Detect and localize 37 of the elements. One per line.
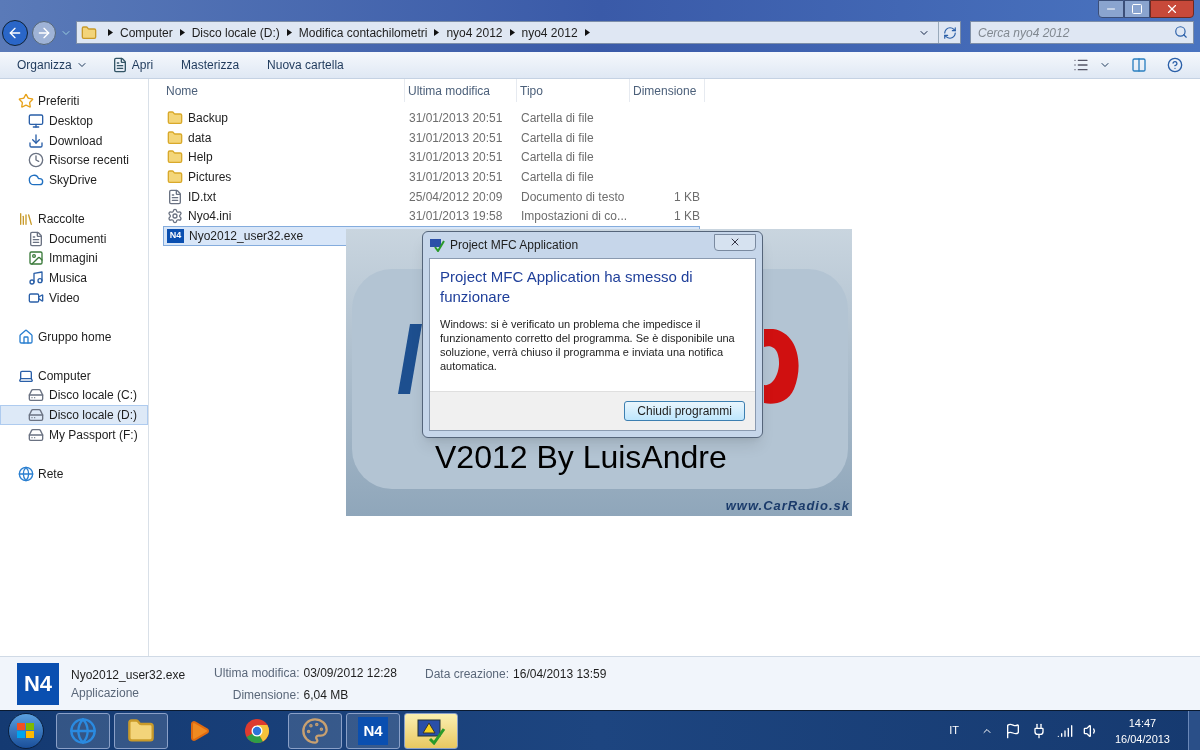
detail-value: 16/04/2013 13:59 — [513, 666, 607, 683]
table-cell-text: Cartella di file — [520, 129, 595, 147]
file-name: Nyo2012_user32.exe — [71, 666, 186, 684]
app-logo-icon: N4 — [358, 716, 388, 745]
table-cell-text: 1 KB — [673, 188, 701, 206]
table-cell-text: 25/04/2012 20:09 — [408, 188, 504, 206]
app-logo-icon: N4 — [17, 662, 59, 705]
dialog-message: Windows: si è verificato un problema che impedisce il funzionamento corretto del programma. Se è disponibile una soluzione, verrà chiuso il programma e inviata una notifica automatica. — [440, 317, 736, 373]
file-name: Help — [188, 149, 213, 167]
table-cell-text: 31/01/2013 20:51 — [408, 168, 504, 186]
splash-url: www.CarRadio.sk — [725, 496, 850, 515]
file-name: data — [188, 129, 212, 147]
file-name: ID.txt — [188, 188, 216, 206]
file-name: Nyo2012_user32.exe — [189, 227, 304, 245]
file-name: Pictures — [188, 168, 232, 186]
table-cell-text: Impostazioni di co... — [520, 208, 629, 226]
table-cell-text: Cartella di file — [520, 168, 595, 186]
dialog-heading: Project MFC Application ha smesso di funzionare — [440, 267, 694, 307]
file-name: Backup — [188, 109, 229, 127]
file-type: Applicazione — [71, 684, 141, 702]
dialog-title: Project MFC Application — [450, 237, 579, 254]
table-cell-text: 31/01/2013 20:51 — [408, 109, 504, 127]
table-cell-text: 31/01/2013 20:51 — [408, 149, 504, 167]
detail-label: Ultima modifica: — [213, 664, 300, 682]
table-cell-text: 31/01/2013 20:51 — [408, 129, 504, 147]
file-name: Nyo4.ini — [188, 208, 232, 226]
detail-label: Dimensione: — [231, 686, 300, 704]
table-cell-text: Documento di testo — [520, 188, 626, 206]
table-cell-text: 31/01/2013 19:58 — [408, 208, 504, 226]
detail-label: Data creazione: — [425, 666, 510, 683]
splash-caption: V2012 By LuisAndre — [435, 441, 727, 473]
detail-value: 6,04 MB — [303, 686, 350, 704]
detail-value: 03/09/2012 12:28 — [303, 664, 398, 682]
table-cell-text: Cartella di file — [520, 149, 595, 167]
table-cell-text: 1 KB — [673, 208, 701, 226]
app-logo-icon: N4 — [167, 228, 184, 243]
table-cell-text: Cartella di file — [520, 109, 595, 127]
